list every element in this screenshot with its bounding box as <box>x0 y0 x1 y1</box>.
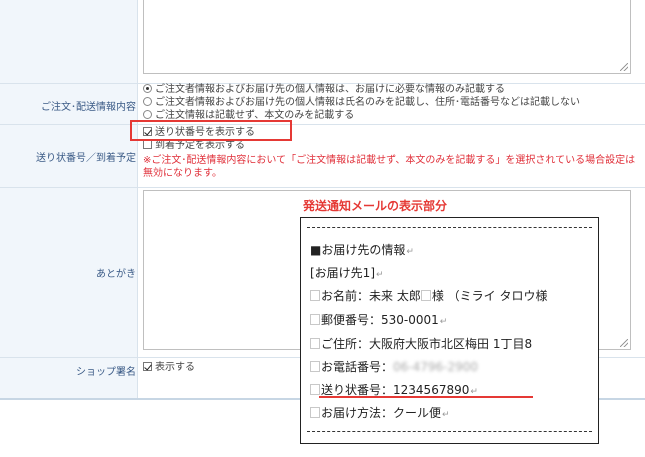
mail-line-phone: お電話番号：06-4796-2900 <box>310 359 478 375</box>
radio-icon[interactable] <box>143 110 152 119</box>
dashed-divider <box>307 431 592 432</box>
mail-line-section: ■お届け先の情報↵ <box>310 243 414 257</box>
body-textarea[interactable] <box>143 0 631 74</box>
signature-checkbox[interactable]: 表示する <box>143 362 195 374</box>
row-divider <box>0 187 645 188</box>
mail-line-address: ご住所：大阪府大阪市北区梅田 1丁目8 <box>310 336 532 352</box>
mail-preview-panel: ■お届け先の情報↵ [お届け先1]↵ お名前：未来 太郎様 （ミライ タロウ様 … <box>300 217 599 444</box>
overlay-title: 発送通知メールの表示部分 <box>303 199 448 213</box>
dashed-divider <box>307 227 592 228</box>
arrival-checkbox[interactable]: 到着予定を表示する <box>143 140 245 152</box>
tracking-underline <box>319 396 533 398</box>
radio-icon[interactable] <box>143 97 152 106</box>
checkbox-checked-icon[interactable] <box>143 362 152 371</box>
order-info-option-2[interactable]: ご注文者情報およびお届け先の個人情報は氏名のみを記載し、住所･電話番号などは記載… <box>143 97 580 109</box>
tracking-note: ※ご注文･配送情報内容において「ご注文情報は記載せず、本文のみを記載する」を選択… <box>143 155 636 179</box>
highlight-callout <box>130 120 292 141</box>
mail-line-destination: [お届け先1]↵ <box>310 266 384 280</box>
tracking-label: 送り状番号／到着予定 <box>36 153 136 164</box>
mail-line-postal: 郵便番号：530-0001↵ <box>310 312 447 328</box>
label-column <box>0 0 138 398</box>
order-info-label: ご注文･配送情報内容 <box>41 102 136 113</box>
mail-line-name: お名前：未来 太郎様 （ミライ タロウ様 <box>310 288 547 304</box>
resize-grip-icon[interactable] <box>620 63 628 71</box>
signature-label: ショップ署名 <box>76 367 136 378</box>
checkbox-icon[interactable] <box>143 140 152 149</box>
radio-selected-icon[interactable] <box>143 84 152 93</box>
resize-grip-icon[interactable] <box>620 339 628 347</box>
order-info-option-1[interactable]: ご注文者情報およびお届け先の個人情報は、お届けに必要な情報のみ記載する <box>143 84 505 96</box>
closing-label: あとがき <box>96 269 136 280</box>
mail-line-delivery: お届け方法：クール便↵ <box>310 405 450 421</box>
row-divider <box>0 124 645 125</box>
